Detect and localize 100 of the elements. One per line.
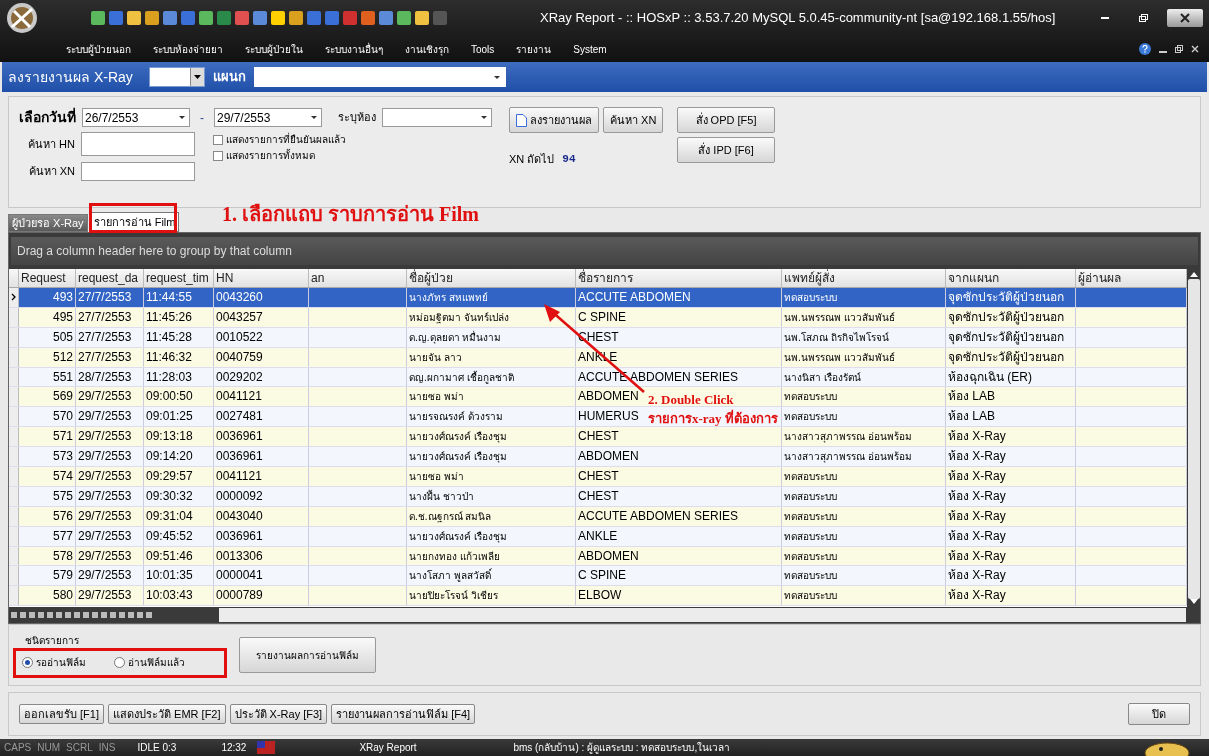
table-cell: ACCUTE ABDOMEN SERIES bbox=[578, 508, 739, 523]
table-cell: 0013306 bbox=[216, 548, 263, 563]
table-cell: ABDOMEN bbox=[578, 548, 639, 563]
close-icon[interactable] bbox=[1167, 9, 1203, 27]
table-cell: 0000092 bbox=[216, 488, 263, 503]
table-cell: 575 bbox=[52, 488, 73, 503]
field-label: ค้นหา HN bbox=[27, 136, 75, 152]
table-cell: ห้อง X-Ray bbox=[948, 488, 1006, 503]
menu-item[interactable]: Tools bbox=[471, 41, 495, 57]
table-cell: 495 bbox=[52, 309, 73, 324]
table-cell: C SPINE bbox=[578, 309, 626, 324]
menu-item[interactable]: ระบบผู้ป่วยนอก bbox=[66, 41, 131, 57]
menu-item[interactable]: ระบบห้องจ่ายยา bbox=[153, 41, 223, 57]
menu-item[interactable]: ระบบงานอื่นๆ bbox=[325, 41, 383, 57]
table-cell: 579 bbox=[52, 568, 73, 583]
document-icon bbox=[516, 113, 527, 127]
table-cell: 0029202 bbox=[216, 369, 263, 384]
button[interactable]: ค้นหา XN bbox=[603, 107, 664, 133]
column-header[interactable]: HN bbox=[214, 269, 309, 287]
help-icon[interactable] bbox=[1139, 43, 1151, 55]
xn-search-field[interactable] bbox=[81, 162, 195, 181]
table-cell: ห้องฉุกเฉิน (ER) bbox=[948, 369, 1032, 384]
table-cell: ทดสอบระบบ bbox=[784, 570, 837, 582]
column-header[interactable]: an bbox=[309, 269, 407, 287]
table-cell: 0036961 bbox=[216, 528, 263, 543]
column-header[interactable]: Request bbox=[19, 269, 76, 287]
table-cell: ELBOW bbox=[578, 588, 622, 603]
restore-icon[interactable] bbox=[1175, 45, 1183, 53]
scroll-up-arrow-icon[interactable] bbox=[1190, 271, 1198, 277]
table-cell: 571 bbox=[52, 429, 73, 444]
column-header[interactable]: request_tim bbox=[144, 269, 214, 287]
button[interactable]: ประวัติ X-Ray [F3] bbox=[229, 704, 328, 724]
button[interactable]: ออกเลขรับ [F1] bbox=[19, 704, 104, 724]
button[interactable]: รายงานผลการอ่านฟิล์ม [F4] bbox=[331, 704, 476, 724]
form-title: ลงรายงานผล X-Ray bbox=[8, 67, 133, 87]
table-cell: ห้อง X-Ray bbox=[948, 429, 1006, 444]
table-cell: จุดซักประวัติผู้ป่วยนอก bbox=[948, 290, 1064, 304]
dropdown-arrow-icon[interactable] bbox=[179, 116, 185, 119]
table-cell: 29/7/2553 bbox=[78, 409, 132, 424]
table-cell: ทดสอบระบบ bbox=[784, 292, 837, 303]
table-cell: ห้อง X-Ray bbox=[948, 469, 1006, 483]
menu-item[interactable]: System bbox=[573, 41, 607, 57]
table-cell: 11:44:55 bbox=[146, 290, 192, 304]
table-cell: จุดซักประวัติผู้ป่วยนอก bbox=[948, 349, 1064, 364]
group-by-hint: Drag a column header here to group by that column bbox=[16, 243, 292, 260]
column-header[interactable]: ชื่อผู้ป่วย bbox=[407, 269, 576, 287]
column-header[interactable]: แพทย์ผู้สั่ง bbox=[782, 269, 946, 287]
radio-button[interactable] bbox=[114, 657, 125, 668]
table-cell: 09:29:57 bbox=[146, 469, 193, 483]
date-field[interactable]: 26/7/2553 bbox=[82, 108, 190, 127]
dropdown-arrow-icon[interactable] bbox=[493, 75, 500, 79]
button[interactable]: สั่ง IPD [F6] bbox=[677, 137, 775, 163]
date-field[interactable]: 29/7/2553 bbox=[214, 108, 322, 127]
date-value: 26/7/2553 bbox=[85, 109, 139, 127]
close-button[interactable]: ปิด bbox=[1128, 703, 1190, 725]
scroll-down-arrow-icon[interactable] bbox=[1190, 599, 1198, 605]
table-cell: 29/7/2553 bbox=[78, 469, 132, 483]
table-cell: 569 bbox=[52, 389, 73, 404]
table-cell: ABDOMEN bbox=[578, 389, 639, 404]
table-cell: ด.ช.ณฐกรณ์ สมนิล bbox=[409, 510, 492, 522]
radio-button[interactable] bbox=[22, 657, 33, 668]
dropdown-arrow-icon[interactable] bbox=[193, 75, 201, 79]
table-cell: ทดสอบระบบ bbox=[784, 510, 837, 522]
table-cell: 505 bbox=[52, 329, 73, 344]
dropdown-arrow-icon[interactable] bbox=[481, 116, 487, 119]
checkbox-label: แสดงรายการที่ยืนยันผลแล้ว bbox=[226, 132, 346, 147]
field-label: XN ถัดไป bbox=[509, 152, 555, 167]
table-cell: ANKLE bbox=[578, 528, 618, 543]
button[interactable]: แสดงประวัติ EMR [F2] bbox=[108, 704, 226, 724]
table-cell: 0036961 bbox=[216, 449, 263, 464]
button[interactable]: ลงรายงานผล bbox=[509, 107, 599, 133]
menu-item[interactable]: รายงาน bbox=[516, 41, 552, 57]
table-cell: 29/7/2553 bbox=[78, 449, 132, 464]
table-cell: นายวงศ์ณรงค์ เรืองชุม bbox=[409, 530, 507, 542]
row-indicator[interactable] bbox=[9, 288, 19, 307]
table-cell: ห้อง X-Ray bbox=[948, 588, 1006, 603]
button[interactable]: สั่ง OPD [F5] bbox=[677, 107, 775, 133]
column-header[interactable]: จากแผนก bbox=[946, 269, 1076, 287]
table-cell: 551 bbox=[52, 369, 73, 384]
column-header[interactable]: request_da bbox=[76, 269, 144, 287]
dropdown-field[interactable] bbox=[148, 67, 205, 87]
table-cell: 09:45:52 bbox=[146, 528, 193, 543]
column-header[interactable]: ผู้อ่านผล bbox=[1076, 269, 1187, 287]
button[interactable]: รายงานผลการอ่านฟิล์ม bbox=[239, 637, 376, 673]
hn-search-field[interactable] bbox=[81, 132, 195, 156]
tab[interactable]: ผู้ป่วยรอ X-Ray bbox=[8, 214, 88, 232]
table-cell: 11:45:26 bbox=[146, 309, 192, 324]
table-cell: ดญ.ผกามาศ เชื้อกูลชาติ bbox=[409, 371, 514, 383]
checkbox[interactable] bbox=[213, 150, 223, 161]
current-row-icon bbox=[11, 293, 16, 302]
menu-item[interactable]: งานเชิงรุก bbox=[405, 41, 449, 57]
column-header[interactable]: ชื่อรายการ bbox=[576, 269, 782, 287]
status-text: CAPS bbox=[3, 741, 32, 755]
menu-item[interactable]: ระบบผู้ป่วยใน bbox=[245, 41, 303, 57]
dropdown-arrow-icon[interactable] bbox=[311, 116, 317, 119]
table-cell: 10:03:43 bbox=[146, 588, 193, 603]
table-cell: จุดซักประวัติผู้ป่วยนอก bbox=[948, 329, 1064, 344]
checkbox[interactable] bbox=[213, 134, 223, 145]
close-icon[interactable] bbox=[1191, 45, 1199, 53]
quick-access-toolbar-drawing[interactable] bbox=[90, 10, 450, 26]
